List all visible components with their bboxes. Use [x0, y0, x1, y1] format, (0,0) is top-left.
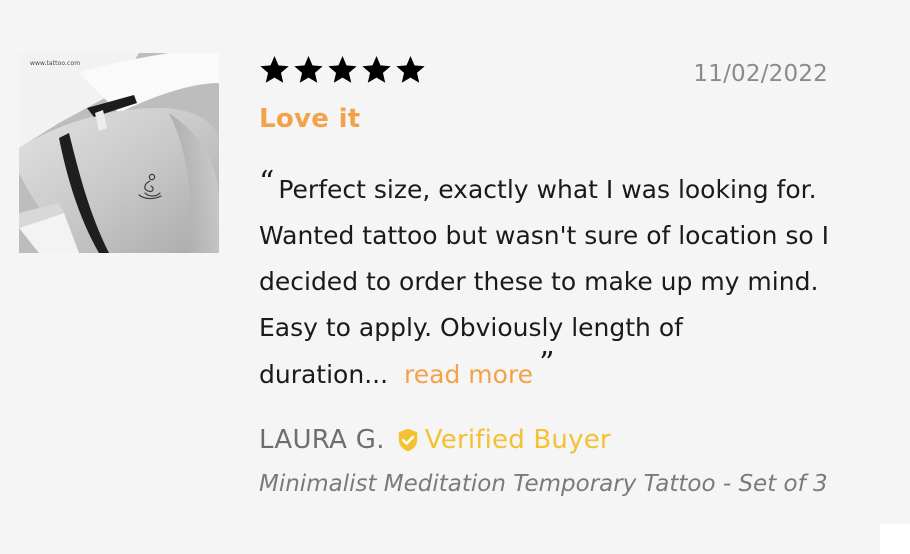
verified-buyer-label: Verified Buyer: [424, 425, 611, 455]
photo-watermark: www.tattoo.com: [30, 60, 81, 67]
author-row: LAURA G. Verified Buyer: [259, 422, 611, 458]
star-icon: [293, 54, 324, 85]
star-icon: [395, 54, 426, 85]
star-icon: [361, 54, 392, 85]
open-quote: “: [259, 165, 275, 200]
review-body: “Perfect size, exactly what I was lookin…: [259, 165, 834, 398]
author-name: LAURA G.: [259, 425, 385, 455]
photo-image: [19, 53, 219, 253]
review-title: Love it: [259, 104, 361, 134]
star-icon: [259, 54, 290, 85]
product-name[interactable]: Minimalist Meditation Temporary Tattoo -…: [259, 471, 828, 497]
review-photo[interactable]: www.tattoo.com: [19, 53, 219, 253]
star-icon: [327, 54, 358, 85]
read-more-link[interactable]: read more: [404, 360, 533, 389]
review-card: www.tattoo.com 11/02/2022 Love it “Perfe…: [0, 0, 910, 554]
star-rating: [259, 54, 426, 90]
review-date: 11/02/2022: [693, 61, 828, 87]
corner-patch: [880, 524, 910, 554]
close-quote: ”: [539, 346, 555, 381]
verified-badge-icon: [395, 427, 421, 453]
